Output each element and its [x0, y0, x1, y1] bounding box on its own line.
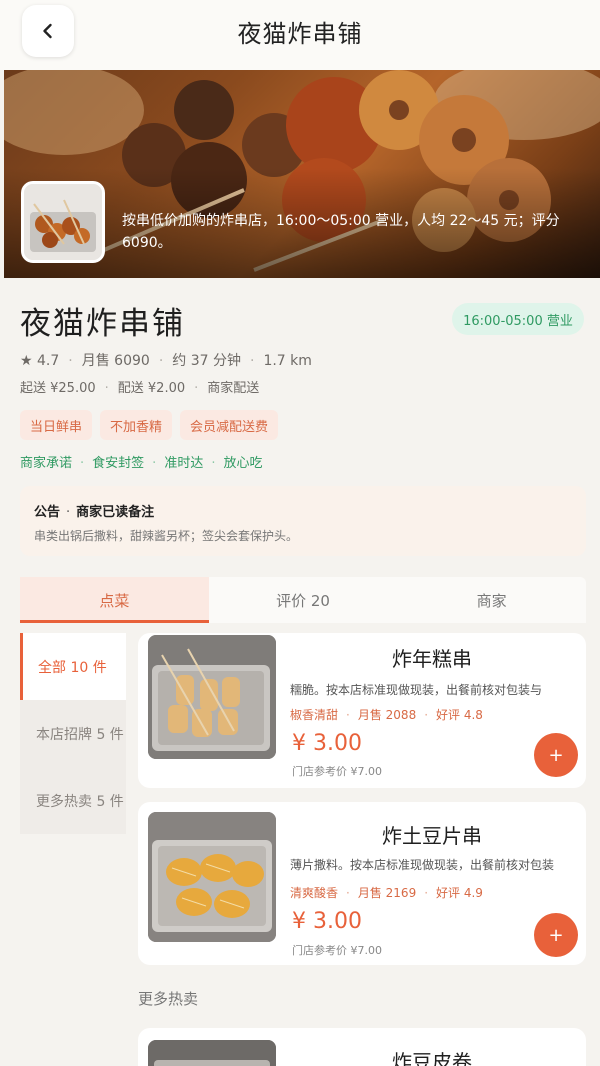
product-flavor: 清爽酸香	[290, 886, 339, 900]
product-description: 薄片撒料。按本店标准现做现装，出餐前核对包装	[290, 858, 555, 872]
store-logo-thumbnail	[21, 181, 105, 263]
notice-label: 公告	[34, 505, 61, 520]
add-to-cart-button[interactable]: +	[534, 733, 578, 777]
plus-icon: +	[548, 744, 564, 766]
product-image	[148, 635, 276, 759]
promise-item: 食安封签	[92, 456, 145, 471]
tab-reviews[interactable]: 评价 20	[209, 577, 398, 623]
tab-merchant[interactable]: 商家	[397, 577, 586, 623]
store-name: 夜猫炸串铺	[20, 306, 185, 342]
product-meta: 清爽酸香 · 月售 2169 · 好评 4.9	[290, 886, 483, 900]
min-order-text: 起送 ¥25.00	[20, 381, 96, 396]
rating-text: ★ 4.7	[20, 353, 60, 369]
notice-text: 串类出锅后撒料，甜辣酱另杯；签尖会套保护头。	[34, 529, 299, 543]
hero-description: 按串低价加购的炸串店，16:00～05:00 营业，人均 22～45 元；评分 …	[122, 213, 560, 251]
page-title: 夜猫炸串铺	[237, 20, 363, 48]
delivery-time-text: 约 37 分钟	[172, 353, 241, 369]
product-sales: 月售 2169	[357, 886, 417, 900]
product-rating: 好评 4.9	[436, 886, 483, 900]
category-all[interactable]: 全部 10 件	[20, 633, 126, 700]
store-tags: 当日鲜串 不加香精 会员减配送费	[20, 410, 279, 440]
delivery-type-text: 商家配送	[207, 381, 260, 396]
store-notice[interactable]: 公告 · 商家已读备注 串类出锅后撒料，甜辣酱另杯；签尖会套保护头。	[20, 486, 586, 556]
store-tabs: 点菜 评价 20 商家	[20, 577, 586, 623]
section-title-more-hot: 更多热卖	[138, 990, 199, 1008]
category-sidebar: 全部 10 件 本店招牌 5 件 更多热卖 5 件	[20, 633, 126, 834]
top-bar: 夜猫炸串铺	[0, 0, 600, 70]
delivery-fee-text: 配送 ¥2.00	[117, 381, 186, 396]
store-hero-banner: 按串低价加购的炸串店，16:00～05:00 营业，人均 22～45 元；评分 …	[4, 70, 600, 278]
store-tag: 不加香精	[100, 410, 173, 440]
distance-text: 1.7 km	[263, 353, 312, 369]
notice-header: 公告 · 商家已读备注	[34, 505, 155, 520]
product-image	[148, 812, 276, 942]
store-promises: 商家承诺 · 食安封签 · 准时达 · 放心吃	[20, 456, 263, 471]
product-ref-price: 门店参考价 ¥7.00	[292, 944, 382, 957]
product-meta: 椒香清甜 · 月售 2088 · 好评 4.8	[290, 708, 483, 722]
product-price: ¥ 3.00	[292, 909, 362, 934]
product-card[interactable]: 炸土豆片串 薄片撒料。按本店标准现做现装，出餐前核对包装 清爽酸香 · 月售 216…	[138, 802, 586, 965]
store-stats-row: ★ 4.7 · 月售 6090 · 约 37 分钟 · 1.7 km	[20, 353, 312, 369]
store-tag: 会员减配送费	[180, 410, 279, 440]
store-fee-row: 起送 ¥25.00 · 配送 ¥2.00 · 商家配送	[20, 381, 260, 396]
product-card[interactable]: 炸年糕串 糯脆。按本店标准现做现装，出餐前核对包装与 椒香清甜 · 月售 2088 ·…	[138, 633, 586, 788]
plus-icon: +	[548, 924, 564, 946]
tab-order[interactable]: 点菜	[20, 577, 209, 623]
promise-item: 商家承诺	[20, 456, 73, 471]
category-signature[interactable]: 本店招牌 5 件	[20, 700, 126, 767]
monthly-sales-text: 月售 6090	[81, 353, 150, 369]
product-price: ¥ 3.00	[292, 731, 362, 756]
product-rating: 好评 4.8	[436, 708, 483, 722]
promise-item: 放心吃	[223, 456, 263, 471]
store-tag: 当日鲜串	[20, 410, 93, 440]
store-logo-image	[24, 184, 102, 260]
product-flavor: 椒香清甜	[290, 708, 339, 722]
product-name: 炸土豆片串	[382, 824, 482, 848]
category-more-hot[interactable]: 更多热卖 5 件	[20, 767, 126, 834]
product-card[interactable]: 炸豆皮卷	[138, 1028, 586, 1066]
product-description: 糯脆。按本店标准现做现装，出餐前核对包装与	[290, 683, 543, 697]
product-image	[148, 1040, 276, 1066]
product-name: 炸豆皮卷	[392, 1050, 472, 1066]
product-sales: 月售 2088	[357, 708, 417, 722]
add-to-cart-button[interactable]: +	[534, 913, 578, 957]
product-name: 炸年糕串	[392, 647, 472, 671]
product-ref-price: 门店参考价 ¥7.00	[292, 765, 382, 778]
hours-badge: 16:00-05:00 营业	[452, 303, 584, 335]
notice-status: 商家已读备注	[76, 505, 155, 520]
promise-item: 准时达	[164, 456, 204, 471]
